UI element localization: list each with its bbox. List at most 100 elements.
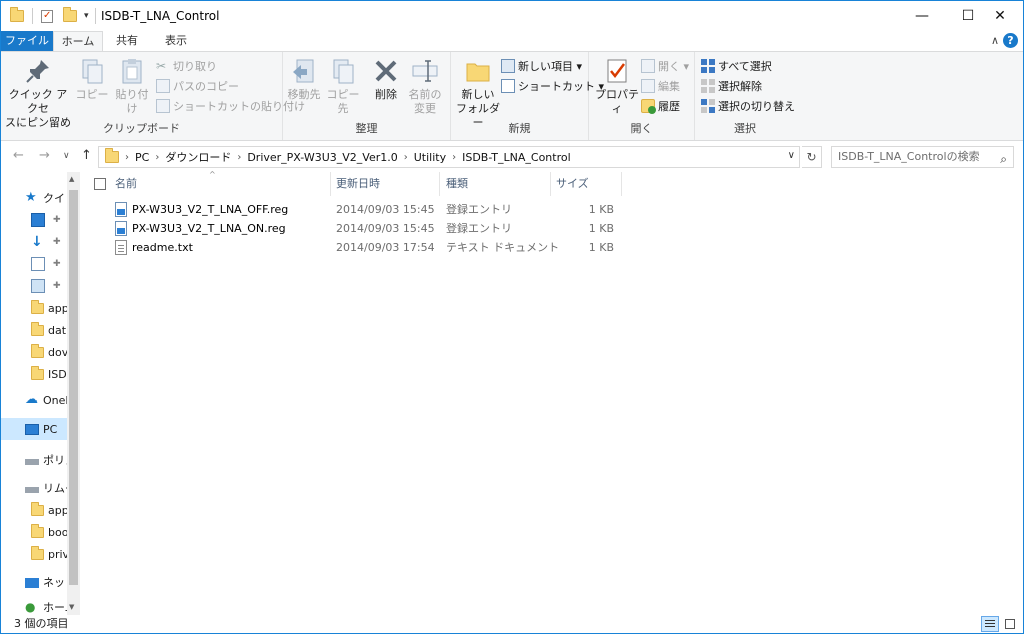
tab-home[interactable]: ホーム: [53, 31, 103, 52]
collapse-ribbon-icon[interactable]: ∧: [991, 34, 999, 47]
search-icon: ⌕: [1000, 152, 1007, 166]
delete-button[interactable]: 削除: [369, 56, 403, 102]
network-icon: [25, 578, 39, 588]
organize-group-label: 整理: [355, 122, 378, 135]
nav-folder[interactable]: app: [31, 500, 69, 520]
copy-to-button[interactable]: コピー先: [323, 56, 363, 116]
customize-quick-access-icon[interactable]: ▾: [84, 11, 89, 21]
file-row[interactable]: PX-W3U3_V2_T_LNA_ON.reg 2014/09/03 15:45…: [80, 219, 1023, 238]
search-input[interactable]: ISDB-T_LNA_Controlの検索 ⌕: [831, 146, 1014, 168]
file-type: 登録エントリ: [446, 203, 512, 216]
column-divider[interactable]: [621, 172, 622, 196]
column-divider[interactable]: [330, 172, 331, 196]
breadcrumb-separator: ›: [125, 151, 129, 163]
scissors-icon: ✂: [156, 59, 167, 73]
open-button[interactable]: 開く ▾: [641, 57, 689, 75]
copy-button[interactable]: コピー: [75, 56, 109, 102]
breadcrumb-downloads[interactable]: ダウンロード: [165, 149, 231, 165]
help-icon[interactable]: ?: [1003, 33, 1018, 48]
copy-icon: [77, 56, 107, 86]
rename-button[interactable]: 名前の 変更: [405, 56, 445, 116]
explorer-window: ✓ ▾ ISDB-T_LNA_Control — ☐ ✕ ファイル ホーム 共有…: [0, 0, 1024, 634]
drive-icon: [25, 487, 39, 493]
tab-file[interactable]: ファイル: [1, 31, 53, 51]
copy-path-button[interactable]: パスのコピー: [156, 77, 239, 95]
edit-button[interactable]: 編集: [641, 77, 680, 95]
pin-quick-access-button[interactable]: クイック アクセ スにピン留め: [5, 56, 71, 130]
column-header-type[interactable]: 種類: [446, 172, 546, 196]
paste-button[interactable]: 貼り付け: [111, 56, 153, 116]
file-row[interactable]: PX-W3U3_V2_T_LNA_OFF.reg 2014/09/03 15:4…: [80, 200, 1023, 219]
nav-folder[interactable]: app: [31, 298, 69, 318]
breadcrumb-driver[interactable]: Driver_PX-W3U3_V2_Ver1.0: [247, 151, 397, 164]
tab-share[interactable]: 共有: [107, 31, 147, 51]
forward-button[interactable]: →: [39, 148, 50, 163]
column-header-size[interactable]: サイズ: [556, 172, 620, 196]
tab-view[interactable]: 表示: [156, 31, 196, 51]
cloud-icon: ☁: [25, 392, 38, 407]
new-item-label: 新しい項目 ▾: [518, 60, 583, 73]
column-header-name[interactable]: 名前: [115, 172, 330, 196]
nav-folder-label: priv: [48, 547, 70, 561]
nav-downloads[interactable]: ↓: [31, 232, 49, 252]
details-view-button[interactable]: [981, 616, 999, 632]
breadcrumb-current[interactable]: ISDB-T_LNA_Control: [462, 151, 571, 164]
move-to-button[interactable]: 移動先: [285, 56, 323, 102]
breadcrumb-utility[interactable]: Utility: [414, 151, 446, 164]
new-folder-quick-icon[interactable]: [63, 7, 77, 22]
cut-label: 切り取り: [173, 60, 217, 73]
pin-icon: ✚: [53, 237, 61, 247]
properties-button[interactable]: プロパティ: [593, 56, 641, 116]
cut-button[interactable]: ✂ 切り取り: [156, 57, 217, 75]
refresh-button[interactable]: ↻: [802, 146, 822, 168]
address-bar[interactable]: › PC › ダウンロード › Driver_PX-W3U3_V2_Ver1.0…: [98, 146, 800, 168]
close-button[interactable]: ✕: [977, 1, 1023, 31]
file-row[interactable]: readme.txt 2014/09/03 17:54 テキスト ドキュメント …: [80, 238, 1023, 257]
up-button[interactable]: ↑: [81, 148, 92, 163]
nav-folder[interactable]: priv: [31, 544, 69, 564]
properties-quick-icon[interactable]: ✓: [41, 9, 53, 23]
nav-folder[interactable]: ISD: [31, 364, 67, 384]
address-dropdown-icon[interactable]: ∨: [788, 150, 795, 161]
select-none-button[interactable]: 選択解除: [701, 77, 762, 95]
file-name[interactable]: readme.txt: [132, 238, 193, 257]
delete-icon: [371, 56, 401, 86]
breadcrumb-pc[interactable]: PC: [135, 151, 149, 164]
column-divider[interactable]: [550, 172, 551, 196]
minimize-button[interactable]: —: [899, 1, 945, 31]
file-size: 1 KB: [588, 203, 614, 216]
search-placeholder: ISDB-T_LNA_Controlの検索: [838, 150, 980, 163]
nav-pc[interactable]: PC: [25, 419, 57, 439]
select-all-checkbox[interactable]: [94, 178, 106, 190]
back-button[interactable]: ←: [13, 148, 24, 163]
scroll-up-icon[interactable]: ▲: [69, 175, 74, 183]
column-divider[interactable]: [439, 172, 440, 196]
nav-folder[interactable]: dov: [31, 342, 68, 362]
large-icons-view-button[interactable]: [1001, 616, 1019, 632]
rename-icon: [410, 56, 440, 86]
nav-scrollbar[interactable]: ▲ ▼: [67, 172, 80, 615]
folder-icon: [31, 545, 44, 560]
scroll-down-icon[interactable]: ▼: [69, 603, 74, 611]
nav-folder[interactable]: dat: [31, 320, 66, 340]
nav-onedrive[interactable]: ☁ OneI: [25, 390, 69, 410]
file-name[interactable]: PX-W3U3_V2_T_LNA_ON.reg: [132, 219, 286, 238]
column-header-date[interactable]: 更新日時: [336, 172, 436, 196]
new-folder-button[interactable]: 新しい フォルダー: [455, 56, 501, 130]
new-item-button[interactable]: 新しい項目 ▾: [501, 57, 582, 75]
open-label: 開く ▾: [658, 60, 690, 73]
recent-locations-button[interactable]: ∨: [63, 151, 70, 161]
nav-pictures[interactable]: [31, 276, 49, 296]
file-name[interactable]: PX-W3U3_V2_T_LNA_OFF.reg: [132, 200, 288, 219]
pin-icon: ✚: [53, 215, 61, 225]
edit-label: 編集: [658, 80, 680, 93]
nav-documents[interactable]: [31, 254, 49, 274]
nav-folder[interactable]: boo: [31, 522, 68, 542]
select-none-label: 選択解除: [718, 80, 762, 93]
nav-desktop[interactable]: [31, 210, 49, 230]
file-size: 1 KB: [588, 222, 614, 235]
invert-selection-button[interactable]: 選択の切り替え: [701, 97, 795, 115]
select-all-button[interactable]: すべて選択: [701, 57, 772, 75]
history-button[interactable]: 履歴: [641, 97, 680, 115]
scrollbar-thumb[interactable]: [69, 190, 78, 585]
